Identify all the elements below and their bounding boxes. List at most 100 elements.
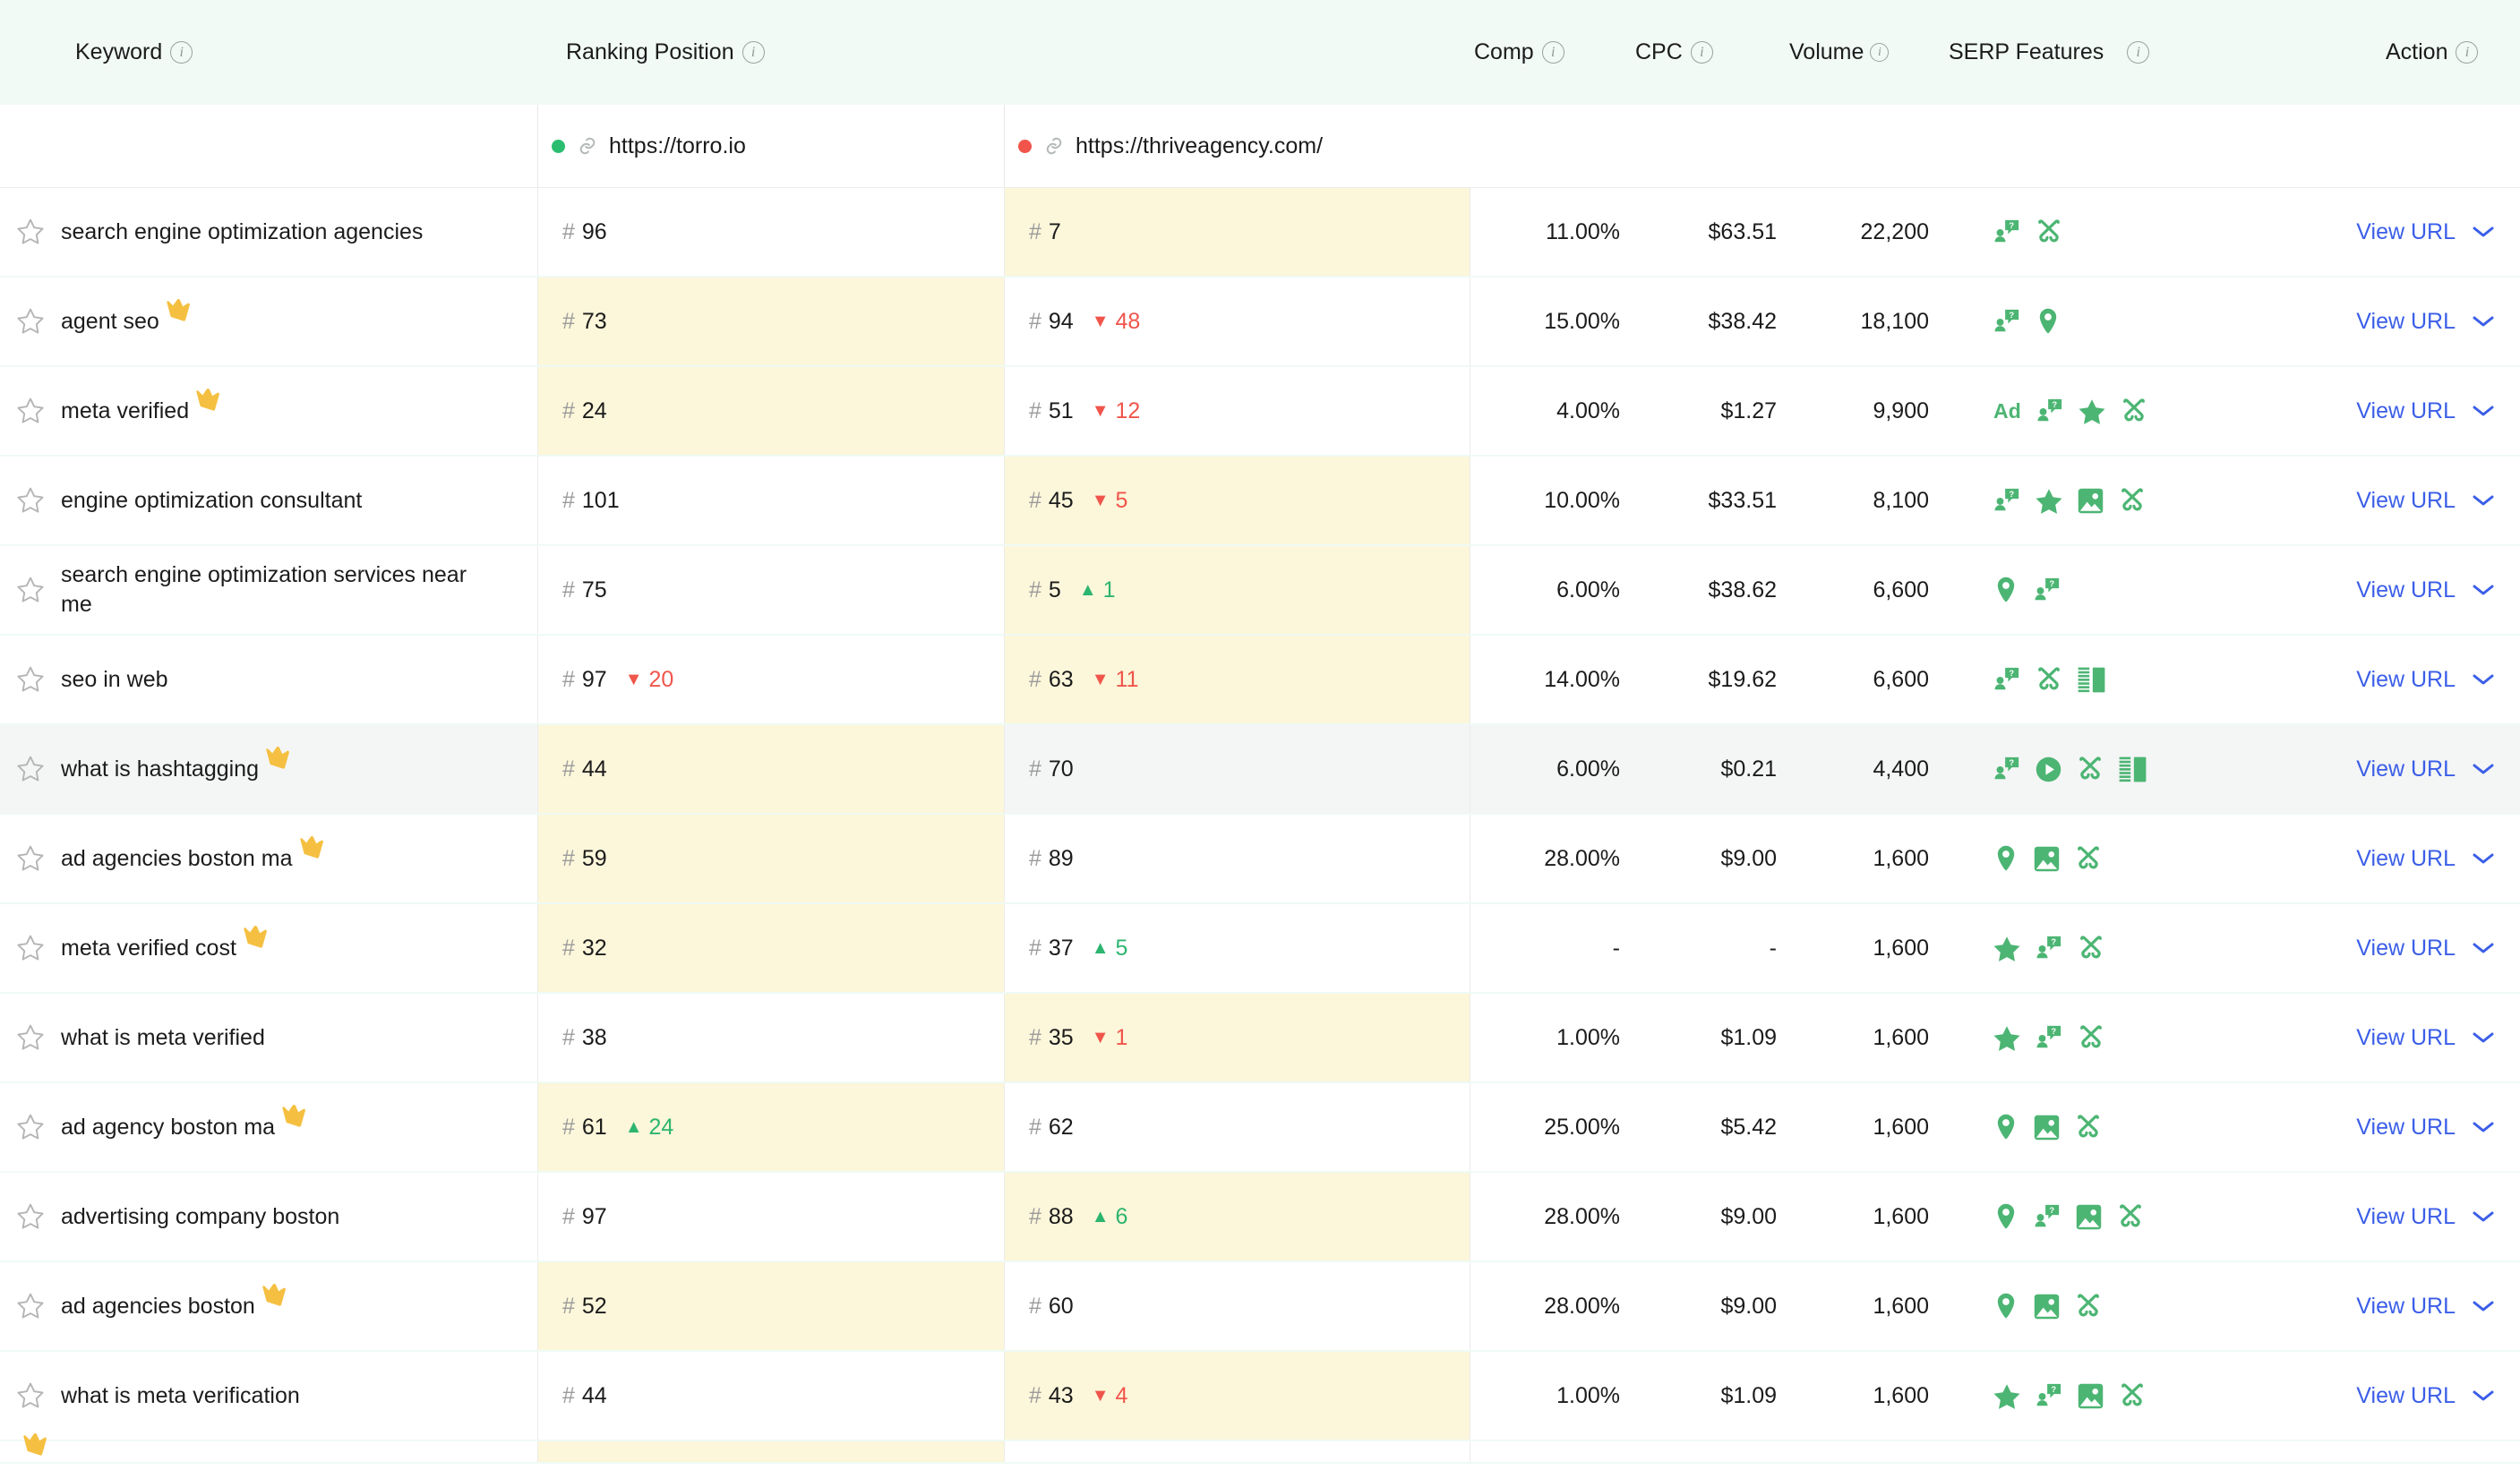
keyword-text[interactable]: ad agencies boston ma <box>61 844 293 874</box>
view-url-button[interactable]: View URL <box>2356 1025 2495 1051</box>
serp-feature-image-icon[interactable] <box>2078 1383 2104 1409</box>
view-url-button[interactable]: View URL <box>2356 1115 2495 1141</box>
favorite-star-icon[interactable] <box>16 934 45 962</box>
view-url-button[interactable]: View URL <box>2356 488 2495 514</box>
favorite-star-icon[interactable] <box>16 397 45 425</box>
favorite-star-icon[interactable] <box>16 1023 45 1052</box>
serp-feature-sitelinks-icon[interactable] <box>2078 935 2104 961</box>
keyword-text[interactable]: agent seo <box>61 307 159 337</box>
site-column-0[interactable]: https://torro.io <box>537 105 1004 187</box>
view-url-button[interactable]: View URL <box>2356 577 2495 603</box>
serp-feature-knowledge-panel-icon[interactable] <box>2078 667 2105 693</box>
serp-feature-people-also-ask-icon[interactable]: ? <box>1993 487 2020 514</box>
table-row[interactable]: seo in web #97 ▼ 20 #63 ▼ 11 14.00% $19.62 6… <box>0 636 2520 725</box>
table-row[interactable]: what is meta verified #38 #35 ▼ 1 1.00% $1… <box>0 994 2520 1083</box>
serp-feature-people-also-ask-icon[interactable]: ? <box>1993 218 2020 245</box>
serp-feature-people-also-ask-icon[interactable]: ? <box>2034 1203 2061 1230</box>
view-url-button[interactable]: View URL <box>2356 1294 2495 1320</box>
site-column-1[interactable]: https://thriveagency.com/ <box>1004 105 1470 187</box>
column-header-serp-features[interactable]: SERP Features i <box>1949 39 2343 65</box>
keyword-text[interactable]: advertising company boston <box>61 1202 339 1232</box>
column-header-ranking-position[interactable]: Ranking Position i <box>537 39 1470 65</box>
chevron-down-icon[interactable] <box>2472 762 2495 776</box>
table-row[interactable]: ad agency boston ma #61 ▲ 24 #62 25.00% $5… <box>0 1083 2520 1173</box>
serp-feature-reviews-icon[interactable] <box>1993 936 2020 961</box>
keyword-text[interactable]: search engine optimization agencies <box>61 218 423 247</box>
serp-feature-people-also-ask-icon[interactable]: ? <box>2036 1024 2062 1051</box>
table-row[interactable]: ad agencies boston ma #59 #89 28.00% $9.… <box>0 815 2520 904</box>
view-url-button[interactable]: View URL <box>2356 756 2495 782</box>
serp-feature-knowledge-panel-icon[interactable] <box>2119 756 2147 782</box>
serp-feature-ad-icon[interactable]: Ad <box>1993 399 2021 423</box>
serp-feature-local-pack-icon[interactable] <box>1993 1114 2019 1141</box>
favorite-star-icon[interactable] <box>16 218 45 246</box>
chevron-down-icon[interactable] <box>2472 672 2495 687</box>
favorite-star-icon[interactable] <box>16 1113 45 1141</box>
column-header-action[interactable]: Action i <box>2343 39 2520 65</box>
favorite-star-icon[interactable] <box>16 844 45 873</box>
keyword-text[interactable]: meta verified <box>61 397 189 426</box>
favorite-star-icon[interactable] <box>16 665 45 694</box>
chevron-down-icon[interactable] <box>2472 1389 2495 1403</box>
column-header-volume[interactable]: Volume i <box>1787 39 1949 65</box>
keyword-text[interactable]: ad agency boston ma <box>61 1113 275 1142</box>
site-url-1[interactable]: https://thriveagency.com/ <box>1076 133 1323 159</box>
view-url-button[interactable]: View URL <box>2356 846 2495 872</box>
serp-feature-local-pack-icon[interactable] <box>1993 577 2019 603</box>
serp-feature-sitelinks-icon[interactable] <box>2075 1293 2102 1320</box>
info-icon[interactable]: i <box>741 41 765 64</box>
serp-feature-reviews-icon[interactable] <box>2036 488 2062 514</box>
favorite-star-icon[interactable] <box>16 1381 45 1410</box>
serp-feature-people-also-ask-icon[interactable]: ? <box>1993 756 2020 782</box>
info-icon[interactable]: i <box>2127 41 2150 64</box>
table-row[interactable]: ad agencies boston #52 #60 28.00% $9.00 … <box>0 1262 2520 1352</box>
keyword-text[interactable]: search engine optimization services near… <box>61 560 491 620</box>
site-url-0[interactable]: https://torro.io <box>609 133 746 159</box>
info-icon[interactable]: i <box>170 41 193 64</box>
chevron-down-icon[interactable] <box>2472 493 2495 508</box>
table-row[interactable]: meta verified cost #32 #37 ▲ 5 - - 1,600 ?… <box>0 904 2520 994</box>
serp-feature-image-icon[interactable] <box>2034 1294 2060 1320</box>
column-header-keyword[interactable]: Keyword i <box>0 39 537 65</box>
chevron-down-icon[interactable] <box>2472 1120 2495 1134</box>
keyword-text[interactable]: ad agencies boston <box>61 1292 255 1321</box>
serp-feature-sitelinks-icon[interactable] <box>2078 1024 2104 1051</box>
favorite-star-icon[interactable] <box>16 1202 45 1231</box>
view-url-button[interactable]: View URL <box>2356 936 2495 961</box>
serp-feature-sitelinks-icon[interactable] <box>2119 1382 2146 1409</box>
view-url-button[interactable]: View URL <box>2356 1204 2495 1230</box>
keyword-text[interactable]: seo in web <box>61 665 168 695</box>
table-row[interactable]: what is meta verification #44 #43 ▼ 4 1.00… <box>0 1352 2520 1441</box>
chevron-down-icon[interactable] <box>2472 583 2495 597</box>
serp-feature-people-also-ask-icon[interactable]: ? <box>1993 666 2020 693</box>
serp-feature-sitelinks-icon[interactable] <box>2036 218 2062 245</box>
table-row[interactable]: engine optimization consultant #101 #45 ▼… <box>0 457 2520 546</box>
serp-feature-people-also-ask-icon[interactable]: ? <box>1993 308 2020 335</box>
serp-feature-sitelinks-icon[interactable] <box>2075 1114 2102 1141</box>
keyword-text[interactable]: what is meta verified <box>61 1023 265 1053</box>
favorite-star-icon[interactable] <box>16 1292 45 1320</box>
serp-feature-reviews-icon[interactable] <box>1993 1383 2020 1409</box>
serp-feature-sitelinks-icon[interactable] <box>2075 845 2102 872</box>
serp-feature-image-icon[interactable] <box>2078 488 2104 514</box>
keyword-text[interactable]: what is meta verification <box>61 1381 300 1411</box>
serp-feature-sitelinks-icon[interactable] <box>2077 756 2104 782</box>
column-header-cpc[interactable]: CPC i <box>1631 39 1787 65</box>
serp-feature-people-also-ask-icon[interactable]: ? <box>2036 1382 2062 1409</box>
serp-feature-sitelinks-icon[interactable] <box>2121 397 2147 424</box>
info-icon[interactable]: i <box>2456 41 2479 64</box>
chevron-down-icon[interactable] <box>2472 314 2495 329</box>
serp-feature-reviews-icon[interactable] <box>2079 398 2105 424</box>
keyword-text[interactable]: engine optimization consultant <box>61 486 362 516</box>
serp-feature-local-pack-icon[interactable] <box>1993 1203 2019 1230</box>
view-url-button[interactable]: View URL <box>2356 398 2495 424</box>
favorite-star-icon[interactable] <box>16 307 45 336</box>
chevron-down-icon[interactable] <box>2472 941 2495 955</box>
serp-feature-sitelinks-icon[interactable] <box>2117 1203 2144 1230</box>
favorite-star-icon[interactable] <box>16 755 45 783</box>
serp-feature-image-icon[interactable] <box>2034 1115 2060 1141</box>
table-row[interactable]: search engine optimization agencies #96 … <box>0 188 2520 278</box>
chevron-down-icon[interactable] <box>2472 404 2495 418</box>
view-url-button[interactable]: View URL <box>2356 1383 2495 1409</box>
serp-feature-local-pack-icon[interactable] <box>1993 845 2019 872</box>
